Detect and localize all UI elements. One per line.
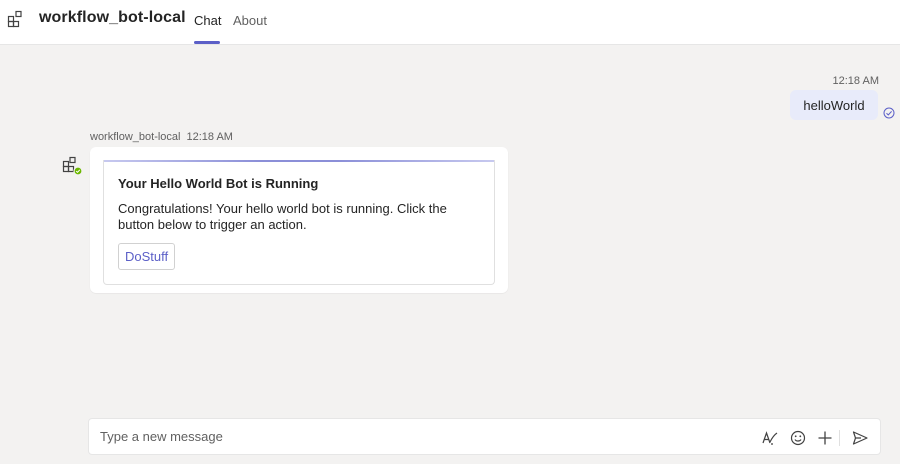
emoji-icon[interactable] xyxy=(789,429,807,447)
sent-message-time: 12:18 AM xyxy=(832,75,879,87)
format-icon[interactable] xyxy=(761,429,779,447)
bot-sender-name: workflow_bot-local xyxy=(90,131,181,143)
sent-message-text: helloWorld xyxy=(803,97,865,113)
plus-icon[interactable] xyxy=(816,429,834,447)
message-input[interactable] xyxy=(100,419,740,454)
tab-chat[interactable]: Chat xyxy=(194,13,221,28)
bot-message-time: 12:18 AM xyxy=(186,131,233,143)
bot-message-meta: workflow_bot-local 12:18 AM xyxy=(90,131,233,143)
composer-divider xyxy=(839,430,840,446)
card-title: Your Hello World Bot is Running xyxy=(118,176,319,191)
app-header: workflow_bot-local Chat About xyxy=(0,0,900,45)
dostuff-button[interactable]: DoStuff xyxy=(118,243,176,270)
adaptive-card: Your Hello World Bot is Running Congratu… xyxy=(103,160,495,285)
tab-about[interactable]: About xyxy=(233,13,267,28)
card-accent-bar xyxy=(104,160,494,162)
bot-message-bubble: Your Hello World Bot is Running Congratu… xyxy=(90,147,508,293)
message-composer xyxy=(88,418,881,455)
sent-check-icon xyxy=(883,107,895,119)
app-title: workflow_bot-local xyxy=(39,9,186,26)
bot-avatar-icon xyxy=(62,156,83,176)
card-body: Congratulations! Your hello world bot is… xyxy=(118,201,447,232)
send-icon[interactable] xyxy=(851,429,869,447)
active-tab-indicator xyxy=(194,41,220,44)
presence-available-icon xyxy=(73,166,83,176)
apps-grid-icon xyxy=(7,10,22,28)
sent-message-bubble: helloWorld xyxy=(790,90,878,120)
